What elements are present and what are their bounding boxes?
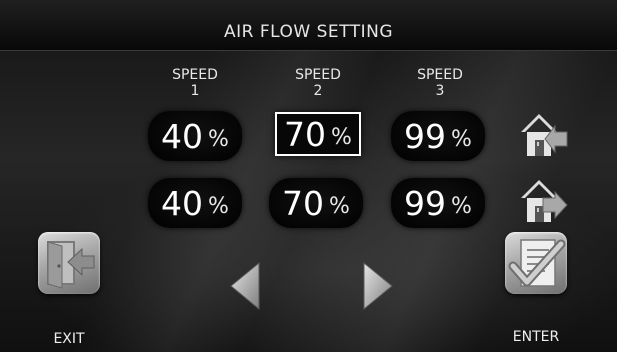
- exit-button[interactable]: [38, 232, 100, 294]
- speed-header-number: 2: [313, 83, 323, 99]
- value-unit: %: [331, 124, 352, 150]
- checklist-icon: [508, 239, 566, 287]
- air-flow-setting-screen: AIR FLOW SETTING SPEED 1 SPEED 2 SPEED 3…: [0, 0, 617, 352]
- door-exit-icon: [47, 241, 95, 289]
- exhaust-speed-2-value[interactable]: 70 %: [269, 178, 363, 228]
- enter-button[interactable]: [505, 232, 567, 294]
- exhaust-speed-3-value[interactable]: 99 %: [391, 178, 485, 228]
- value-unit: %: [208, 126, 229, 152]
- value-unit: %: [451, 126, 472, 152]
- speed-header-label: SPEED: [172, 67, 218, 83]
- supply-speed-3-value[interactable]: 99 %: [391, 111, 485, 161]
- triangle-left-icon[interactable]: [229, 261, 261, 311]
- speed-3-header: SPEED 3: [400, 67, 480, 99]
- value-number: 70: [282, 183, 325, 223]
- speed-header-label: SPEED: [295, 67, 341, 83]
- speed-2-header: SPEED 2: [278, 67, 358, 99]
- value-number: 99: [404, 183, 447, 223]
- value-unit: %: [208, 193, 229, 219]
- value-unit: %: [451, 193, 472, 219]
- speed-header-label: SPEED: [417, 67, 463, 83]
- enter-button-label: ENTER: [512, 329, 560, 345]
- title-bar: AIR FLOW SETTING: [0, 0, 617, 51]
- supply-speed-1-value[interactable]: 40 %: [148, 111, 242, 161]
- house-arrow-out-icon: [521, 180, 568, 222]
- value-number: 99: [404, 116, 447, 156]
- exhaust-speed-1-value[interactable]: 40 %: [148, 178, 242, 228]
- value-number: 70: [284, 114, 327, 154]
- supply-speed-2-value[interactable]: 70 %: [275, 112, 361, 156]
- speed-header-number: 3: [435, 83, 445, 99]
- exit-button-label: EXIT: [53, 331, 85, 347]
- value-number: 40: [161, 116, 204, 156]
- value-unit: %: [329, 193, 350, 219]
- page-title: AIR FLOW SETTING: [223, 22, 393, 42]
- house-arrow-in-icon: [521, 114, 568, 156]
- speed-header-number: 1: [190, 83, 200, 99]
- triangle-right-icon[interactable]: [362, 261, 394, 311]
- speed-1-header: SPEED 1: [155, 67, 235, 99]
- value-number: 40: [161, 183, 204, 223]
